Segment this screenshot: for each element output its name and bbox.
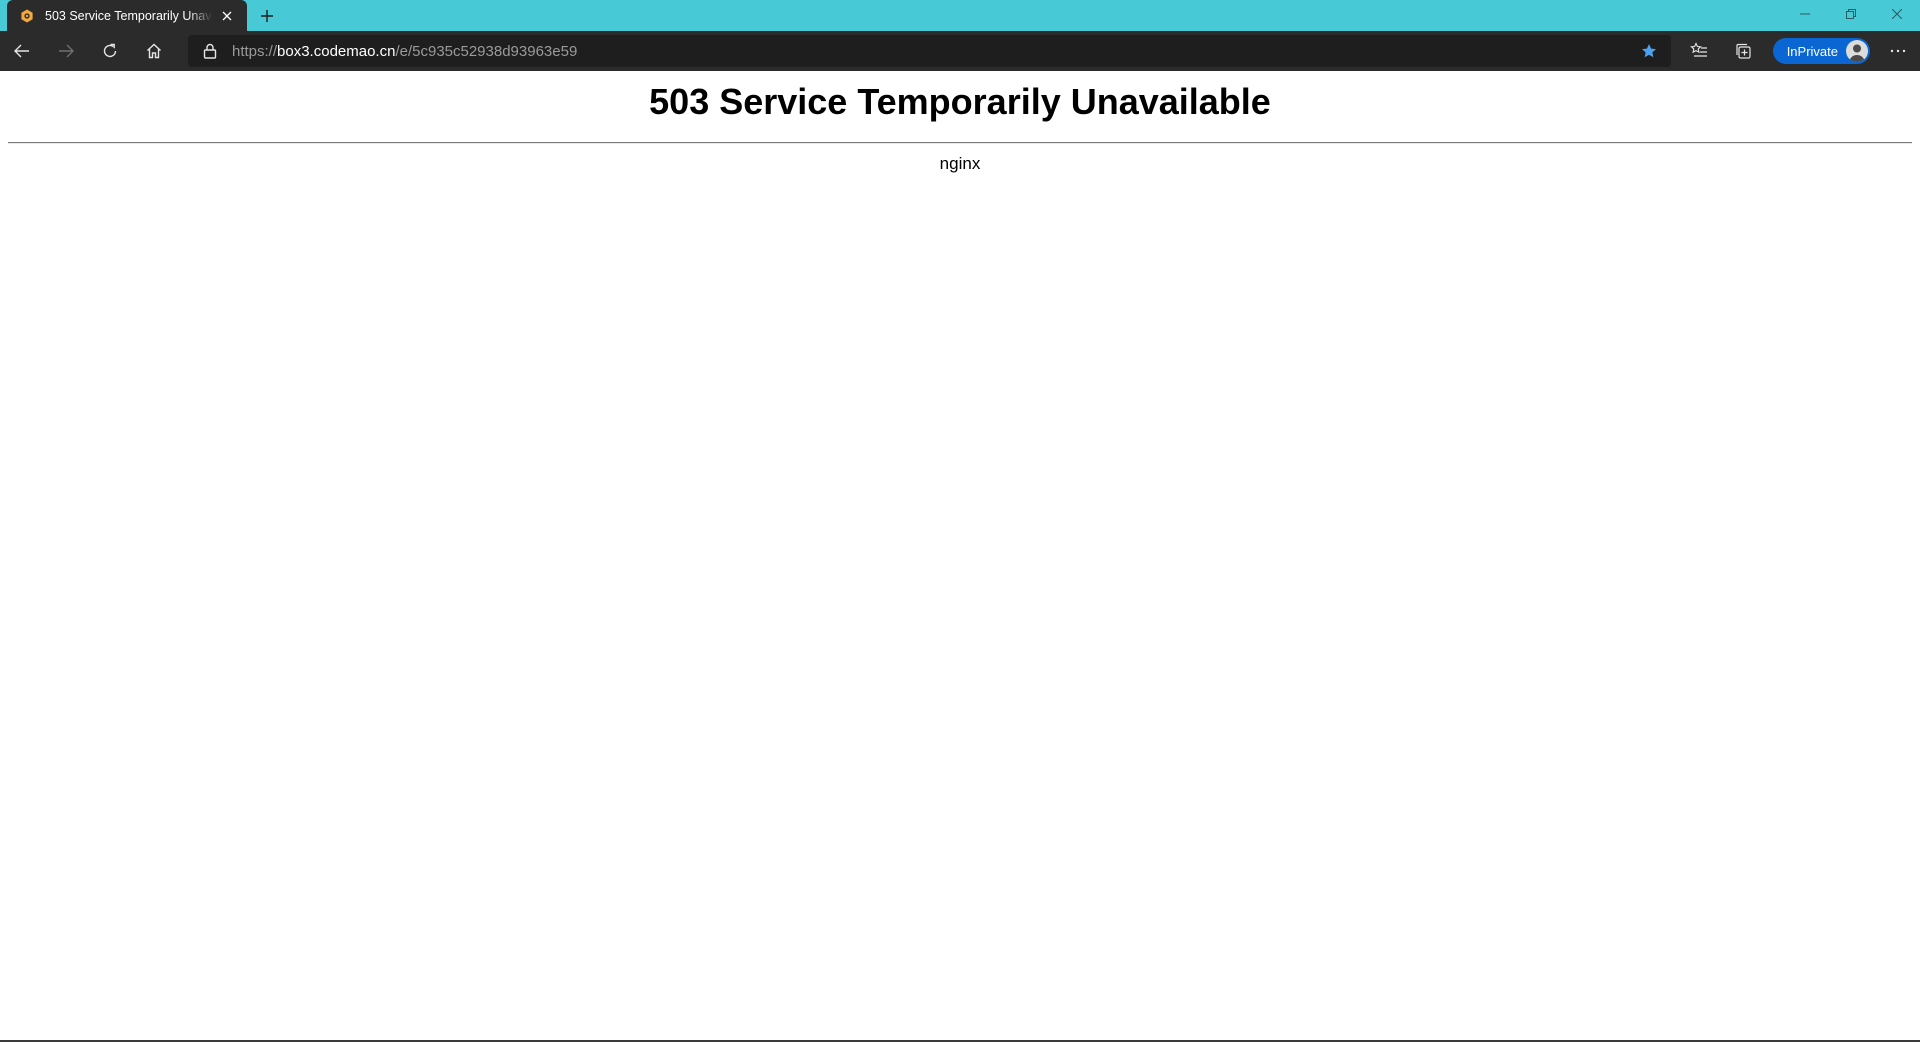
url-path: /e/5c935c52938d93963e59: [395, 42, 578, 60]
settings-more-button[interactable]: [1876, 31, 1920, 71]
restore-icon: [1846, 9, 1856, 19]
divider: [8, 142, 1912, 145]
close-window-icon: [1892, 9, 1902, 19]
back-button[interactable]: [0, 31, 44, 71]
close-icon[interactable]: [217, 6, 237, 26]
plus-icon: [261, 10, 273, 22]
profile-icon: [1849, 44, 1865, 62]
browser-toolbar: https://box3.codemao.cn/e/5c935c52938d93…: [0, 31, 1920, 71]
new-tab-button[interactable]: [253, 2, 281, 30]
server-name: nginx: [939, 154, 981, 174]
forward-arrow-icon: [59, 44, 74, 58]
avatar: [1846, 40, 1868, 62]
inprivate-label: InPrivate: [1786, 43, 1838, 59]
collections-button[interactable]: [1721, 31, 1765, 71]
minimize-icon: [1800, 13, 1810, 15]
tab-title: 503 Service Temporarily Unavailable: [45, 8, 213, 23]
inprivate-button[interactable]: InPrivate: [1772, 38, 1870, 64]
lock-icon[interactable]: [202, 43, 218, 59]
url-scheme: https://: [232, 42, 278, 60]
close-window-button[interactable]: [1874, 0, 1920, 28]
refresh-button[interactable]: [88, 31, 132, 71]
back-arrow-icon: [14, 44, 29, 58]
favorite-star-icon[interactable]: [1637, 39, 1661, 63]
home-button[interactable]: [132, 31, 176, 71]
home-icon: [147, 43, 161, 59]
page-content: 503 Service Temporarily Unavailable ngin…: [0, 71, 1920, 1042]
address-bar[interactable]: https://box3.codemao.cn/e/5c935c52938d93…: [188, 35, 1671, 67]
favorites-button[interactable]: [1677, 31, 1721, 71]
more-icon: [1890, 49, 1906, 53]
browser-window: 503 Service Temporarily Unavailable: [0, 0, 1920, 1042]
page-title: 503 Service Temporarily Unavailable: [649, 81, 1271, 122]
forward-button[interactable]: [44, 31, 88, 71]
collections-icon: [1736, 43, 1751, 59]
minimize-button[interactable]: [1782, 0, 1828, 28]
window-controls: [1782, 0, 1920, 28]
refresh-icon: [103, 43, 117, 58]
restore-button[interactable]: [1828, 0, 1874, 28]
tab-active[interactable]: 503 Service Temporarily Unavailable: [7, 0, 247, 31]
toolbar-right: InPrivate: [1677, 31, 1920, 71]
codemao-icon: [19, 8, 35, 24]
favorites-list-icon: [1689, 42, 1707, 57]
url-host: box3.codemao.cn: [277, 42, 396, 60]
tab-strip: 503 Service Temporarily Unavailable: [0, 0, 1920, 31]
url-text[interactable]: https://box3.codemao.cn/e/5c935c52938d93…: [232, 43, 1637, 60]
